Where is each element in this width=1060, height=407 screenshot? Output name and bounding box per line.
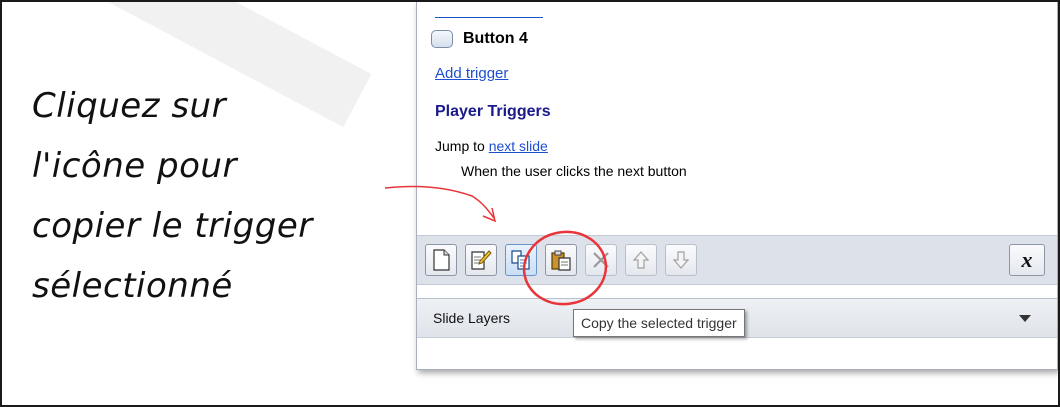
trigger-toolbar: x <box>417 235 1057 285</box>
handwritten-instruction: Cliquez sur l'icône pour copier le trigg… <box>32 76 402 316</box>
delete-icon <box>593 252 609 268</box>
button-shape-icon <box>431 30 453 48</box>
variables-button[interactable]: x <box>1009 244 1045 276</box>
move-up-icon <box>632 251 650 269</box>
new-trigger-button[interactable] <box>425 244 457 276</box>
dropdown-arrow-icon[interactable] <box>1019 315 1031 322</box>
tutorial-frame: Cliquez sur l'icône pour copier le trigg… <box>0 0 1060 407</box>
next-slide-link[interactable]: next slide <box>489 138 548 154</box>
move-down-icon <box>672 251 690 269</box>
copy-trigger-icon <box>511 250 530 270</box>
action-prefix: Jump to <box>435 138 485 154</box>
instruction-line-1: Cliquez sur <box>32 86 227 126</box>
triggers-panel: Button 4 Add trigger Player Triggers Jum… <box>416 2 1058 370</box>
trigger-condition[interactable]: When the user clicks the next button <box>461 163 687 179</box>
section-heading: Player Triggers <box>435 103 551 120</box>
object-name: Button 4 <box>463 30 528 47</box>
slide-layers-label: Slide Layers <box>433 310 511 326</box>
copy-tooltip: Copy the selected trigger <box>573 309 745 337</box>
edit-trigger-button[interactable] <box>465 244 497 276</box>
instruction-line-4: sélectionné <box>32 266 233 306</box>
delete-trigger-button[interactable] <box>585 244 617 276</box>
instruction-line-3: copier le trigger <box>32 206 313 246</box>
paste-trigger-button[interactable] <box>545 244 577 276</box>
add-trigger-link[interactable]: Add trigger <box>435 65 508 82</box>
paste-trigger-icon <box>551 250 571 271</box>
new-trigger-icon <box>433 249 450 271</box>
trigger-object-item[interactable]: Button 4 <box>431 30 528 48</box>
instruction-line-2: l'icône pour <box>32 146 237 186</box>
copy-trigger-button[interactable] <box>505 244 537 276</box>
move-down-button[interactable] <box>665 244 697 276</box>
trigger-action[interactable]: Jump to next slide <box>435 138 548 154</box>
cut-off-link <box>435 2 545 20</box>
edit-trigger-icon <box>471 250 492 270</box>
move-up-button[interactable] <box>625 244 657 276</box>
